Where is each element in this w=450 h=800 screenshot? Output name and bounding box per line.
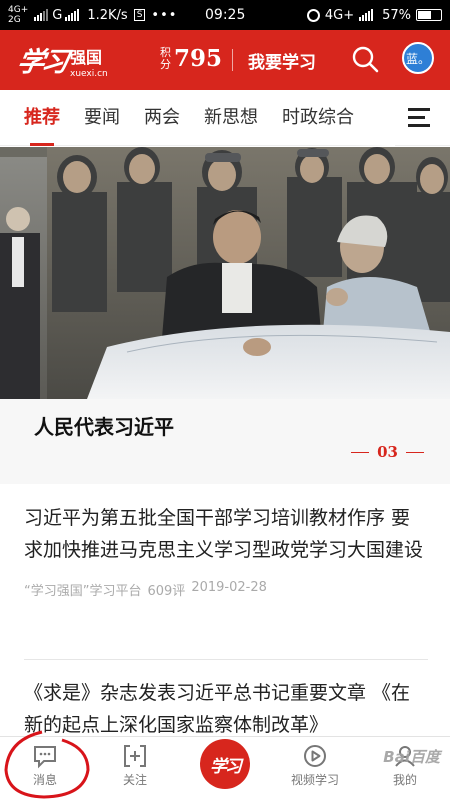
banner-caption[interactable]: 人民代表习近平 03 <box>0 399 450 484</box>
search-icon[interactable] <box>350 44 380 74</box>
tab-list: 推荐 要闻 两会 新思想 时政综合 <box>0 90 395 146</box>
app-logo[interactable]: 学习 强国 xuexi.cn <box>14 40 108 79</box>
carrier-mark: G <box>52 7 63 23</box>
s-badge-icon: S <box>133 9 146 21</box>
banner-pagination: 03 <box>351 443 424 461</box>
banner-page-number: 03 <box>377 443 398 461</box>
battery-icon <box>416 9 442 21</box>
clock: 09:25 <box>205 7 246 23</box>
header-divider <box>232 49 233 71</box>
points-value: 795 <box>174 45 223 72</box>
article-comments: 609评 <box>147 584 186 599</box>
network-bottom: 2G <box>8 15 21 25</box>
tab-fade <box>355 90 395 146</box>
banner-prev-figure <box>0 207 40 399</box>
more-notifications-icon: ••• <box>151 7 178 23</box>
nav-mine-label: 我的 <box>392 773 417 787</box>
tab-recommend[interactable]: 推荐 <box>24 90 60 146</box>
channel-tabs: 推荐 要闻 两会 新思想 时政综合 <box>0 90 450 146</box>
network-top: 4G+ <box>8 5 29 15</box>
signal-icon <box>34 9 49 21</box>
nav-video[interactable]: 视频学习 <box>280 743 350 788</box>
article-source: “学习强国”学习平台 <box>24 584 142 599</box>
article-divider <box>24 659 428 660</box>
nav-messages-label: 消息 <box>32 773 57 787</box>
battery-percent: 57% <box>382 7 411 23</box>
follow-icon <box>124 745 146 767</box>
app-header: 学习 强国 xuexi.cn 积分 795 我要学习 蓝。 <box>0 30 450 90</box>
status-right: 4G+ 57% <box>306 7 442 23</box>
avatar[interactable]: 蓝。 <box>402 42 434 74</box>
banner-image <box>47 147 450 399</box>
article-date: 2019-02-28 <box>191 580 267 595</box>
network-indicator: 4G+ 2G <box>8 5 31 25</box>
points-display[interactable]: 积分 795 <box>160 45 222 72</box>
nav-study-home[interactable]: 学习 <box>200 739 250 789</box>
play-icon <box>304 745 326 767</box>
article-title: 习近平为第五批全国干部学习培训教材作序 要求加快推进马克思主义学习型政党学习大国… <box>24 507 424 561</box>
pagination-line-right <box>406 451 424 453</box>
network-speed: 1.2K/s <box>87 7 128 23</box>
nav-follow-label: 关注 <box>122 773 147 787</box>
signal-icon-2 <box>65 9 80 21</box>
right-network: 4G+ <box>324 7 355 23</box>
logo-url: xuexi.cn <box>70 69 108 79</box>
banner-prev-image <box>0 157 47 399</box>
nav-messages[interactable]: 消息 <box>10 743 80 788</box>
message-icon <box>34 746 56 769</box>
article-meta: “学习强国”学习平台 609评 2019-02-28 <box>24 580 428 599</box>
watermark: Bai百度 <box>383 748 440 766</box>
logo-name: 强国 <box>70 48 103 67</box>
study-button[interactable]: 我要学习 <box>248 48 316 73</box>
tab-headlines[interactable]: 要闻 <box>84 90 120 146</box>
menu-icon[interactable] <box>408 108 430 128</box>
status-bar: 4G+ 2G G 1.2K/s S ••• 09:25 4G+ 57% <box>0 0 450 30</box>
points-label: 积分 <box>160 45 171 71</box>
pagination-line <box>351 451 370 453</box>
nav-video-label: 视频学习 <box>290 773 339 787</box>
tab-new-thought[interactable]: 新思想 <box>204 90 258 146</box>
article-item[interactable]: 《求是》杂志发表习近平总书记重要文章 《在新的起点上深化国家监察体制改革》 <box>24 677 428 741</box>
signal-icon-3 <box>359 9 374 21</box>
article-title: 《求是》杂志发表习近平总书记重要文章 《在新的起点上深化国家监察体制改革》 <box>24 682 411 736</box>
center-logo-text: 学习 <box>210 756 242 777</box>
nav-follow[interactable]: 关注 <box>100 743 170 788</box>
battery-fill <box>418 11 431 19</box>
banner-carousel[interactable] <box>0 147 450 399</box>
tab-politics[interactable]: 时政综合 <box>282 90 354 146</box>
tab-two-sessions[interactable]: 两会 <box>144 90 180 146</box>
alarm-icon <box>306 8 320 22</box>
banner-title: 人民代表习近平 <box>34 415 174 439</box>
logo-script: 学习 <box>14 47 69 78</box>
avatar-text: 蓝。 <box>405 51 430 66</box>
article-item[interactable]: 习近平为第五批全国干部学习培训教材作序 要求加快推进马克思主义学习型政党学习大国… <box>24 502 428 599</box>
